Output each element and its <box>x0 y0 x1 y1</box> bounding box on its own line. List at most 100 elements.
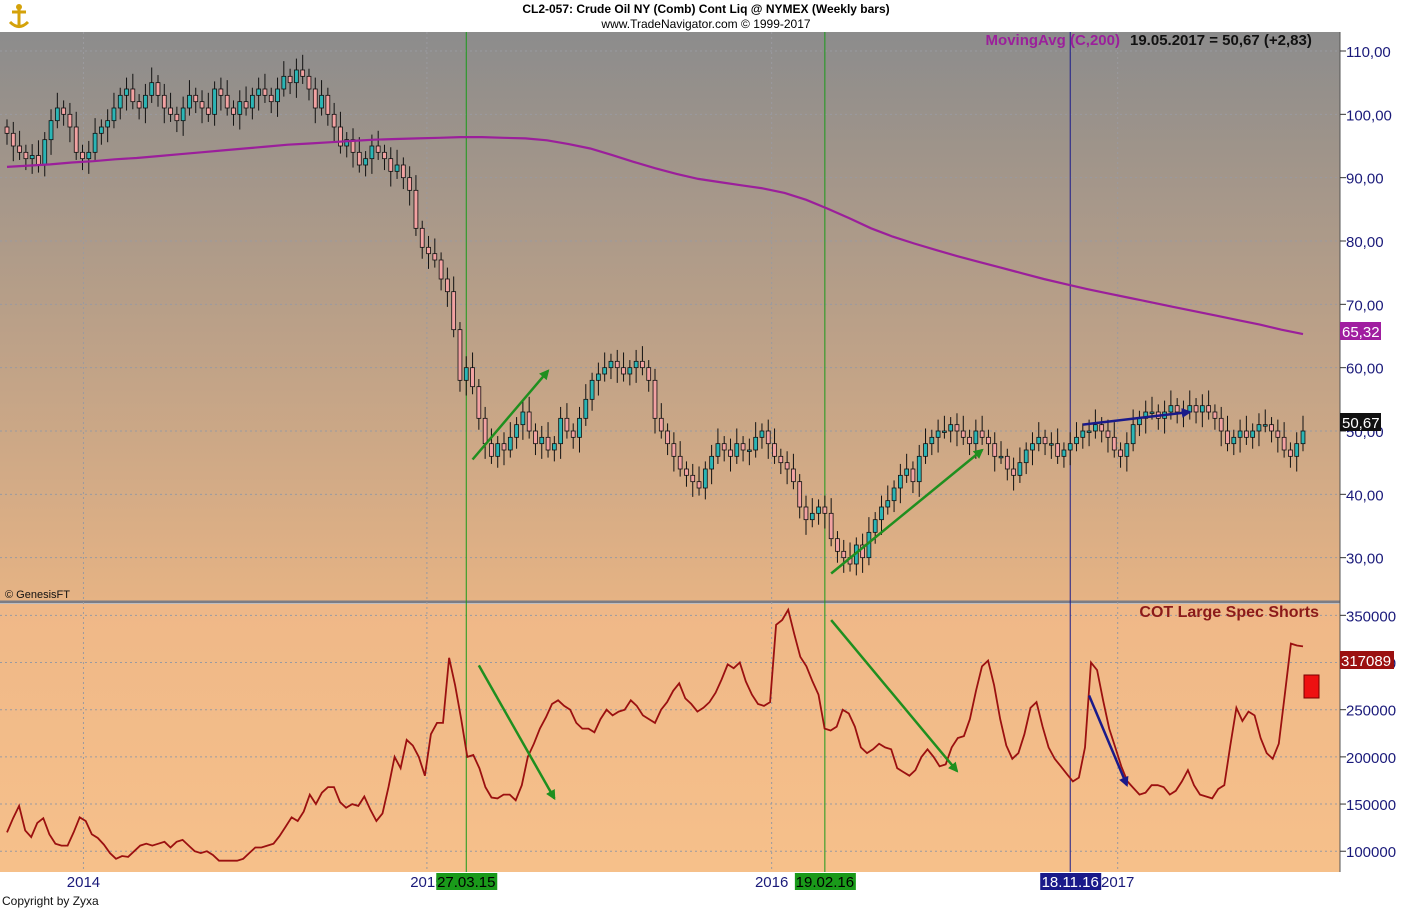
candle-body <box>678 456 682 469</box>
candle-body <box>175 114 179 120</box>
candle-body <box>955 425 959 431</box>
candle-body <box>1295 444 1299 457</box>
candle-body <box>43 140 47 165</box>
price-tick-label: 30,00 <box>1346 551 1384 568</box>
candle-body <box>785 463 789 469</box>
candle-body <box>427 247 431 253</box>
candle-body <box>150 83 154 96</box>
candle-body <box>408 178 412 191</box>
event-date-label: 19.02.16 <box>796 874 854 891</box>
candle-body <box>735 444 739 457</box>
candle-body <box>389 159 393 172</box>
candle-body <box>1049 444 1053 446</box>
candle-body <box>791 469 795 482</box>
candle-body <box>672 444 676 457</box>
candle-body <box>741 444 745 450</box>
candle-body <box>924 444 928 457</box>
copyright-text: Copyright by Zyxa <box>2 894 99 908</box>
candle-body <box>131 89 135 102</box>
candle-body <box>766 431 770 444</box>
cot-last-tag: 317089 <box>1340 651 1394 670</box>
candle-body <box>622 368 626 374</box>
candle-body <box>1081 431 1085 437</box>
candle-body <box>74 127 78 152</box>
candle-body <box>697 482 701 488</box>
candle-body <box>829 513 833 538</box>
candle-body <box>200 102 204 108</box>
candle-body <box>540 437 544 443</box>
candle-body <box>659 418 663 431</box>
anchor-logo-icon <box>4 4 34 30</box>
year-tick-label: 2017 <box>1101 874 1134 891</box>
candle-body <box>873 520 877 533</box>
candle-body <box>666 431 670 444</box>
candle-body <box>313 89 317 108</box>
cot-tick-label: 350000 <box>1346 608 1396 625</box>
candle-body <box>653 380 657 418</box>
candle-body <box>716 444 720 457</box>
candle-body <box>905 469 909 475</box>
candle-body <box>420 228 424 247</box>
candle-body <box>515 425 519 438</box>
candle-body <box>1251 431 1255 437</box>
price-tick-label: 60,00 <box>1346 361 1384 378</box>
price-tick-label: 90,00 <box>1346 171 1384 188</box>
candle-body <box>565 418 569 431</box>
candle-body <box>414 190 418 228</box>
candle-body <box>55 108 59 121</box>
candle-body <box>1005 456 1009 469</box>
candle-body <box>1213 412 1217 418</box>
candle-body <box>685 469 689 475</box>
candle-body <box>99 127 103 133</box>
candle-body <box>1043 437 1047 443</box>
candle-body <box>779 456 783 462</box>
candle-body <box>301 70 305 76</box>
candle-body <box>810 513 814 519</box>
candle-body <box>1150 412 1154 414</box>
candle-body <box>1106 431 1110 437</box>
candle-body <box>471 368 475 387</box>
candle-body <box>370 146 374 159</box>
candle-body <box>691 475 695 481</box>
candle-body <box>559 418 563 443</box>
candle-body <box>974 431 978 444</box>
candle-body <box>5 127 9 133</box>
candle-body <box>1100 425 1104 431</box>
candle-body <box>137 102 141 108</box>
cot-tick-label: 200000 <box>1346 750 1396 767</box>
candle-body <box>1068 444 1072 450</box>
candle-body <box>18 146 22 152</box>
close-last-tag: 50,67 <box>1340 413 1381 432</box>
candle-body <box>578 418 582 437</box>
chart-title: CL2-057: Crude Oil NY (Comb) Cont Liq @ … <box>522 2 889 16</box>
candle-body <box>364 159 368 165</box>
candle-body <box>11 133 15 146</box>
candle-body <box>1169 406 1173 412</box>
candle-body <box>1031 444 1035 450</box>
price-tick-label: 40,00 <box>1346 487 1384 504</box>
cot-legend-label: COT Large Spec Shorts <box>1139 604 1319 621</box>
candle-body <box>1270 425 1274 431</box>
candle-body <box>1112 437 1116 450</box>
candle-body <box>880 507 884 520</box>
candle-body <box>773 444 777 457</box>
candle-body <box>1037 437 1041 443</box>
cot-panel <box>0 604 1340 872</box>
candle-body <box>263 89 267 95</box>
candle-body <box>1087 431 1091 433</box>
candle-body <box>307 76 311 89</box>
candle-body <box>62 108 66 114</box>
candle-body <box>722 444 726 450</box>
candle-body <box>898 475 902 488</box>
candle-body <box>986 437 990 443</box>
candle-body <box>213 89 217 114</box>
candle-body <box>81 152 85 158</box>
candle-body <box>980 431 984 437</box>
candle-body <box>1125 444 1129 457</box>
candle-body <box>1244 431 1248 437</box>
candle-body <box>320 95 324 108</box>
candle-body <box>477 387 481 419</box>
candle-body <box>1075 437 1079 443</box>
candle-body <box>1263 425 1267 427</box>
candle-body <box>798 482 802 507</box>
